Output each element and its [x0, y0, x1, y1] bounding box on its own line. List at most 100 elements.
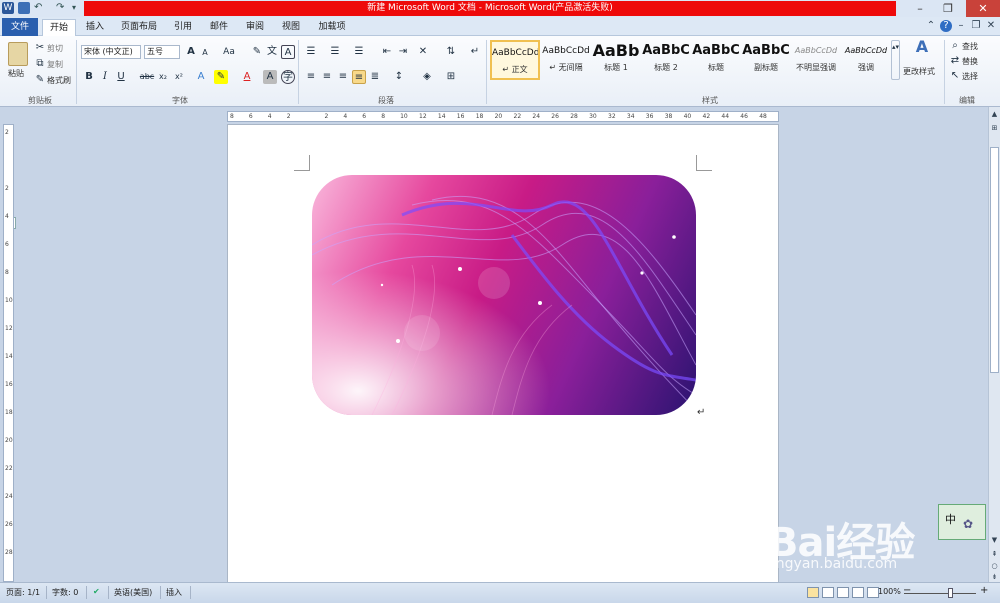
font-size-combo[interactable]: 五号: [144, 45, 180, 59]
inserted-picture[interactable]: [312, 175, 696, 415]
style-heading-1[interactable]: AaBb 标题 1: [591, 40, 641, 80]
replace-button[interactable]: 替换: [962, 56, 978, 67]
format-painter-button[interactable]: 格式刷: [47, 75, 71, 86]
find-button[interactable]: 查找: [962, 41, 978, 52]
change-styles-button[interactable]: 更改样式: [903, 66, 935, 77]
vertical-ruler[interactable]: 2 2 4 6 8 10 12 14 16 18 20 22 24 26 28: [3, 124, 14, 582]
format-painter-icon[interactable]: ✎: [33, 73, 47, 87]
shrink-font-icon[interactable]: A: [198, 46, 212, 60]
select-button[interactable]: 选择: [962, 71, 978, 82]
language-indicator[interactable]: 英语(美国): [114, 587, 152, 598]
zoom-level[interactable]: 100%: [878, 587, 901, 596]
redo-icon[interactable]: ↷: [56, 2, 68, 14]
underline-button[interactable]: U: [114, 70, 128, 84]
style-heading-2[interactable]: AaBbC 标题 2: [641, 40, 691, 80]
change-case-button[interactable]: Aa: [220, 45, 238, 59]
style-subtle-emphasis[interactable]: AaBbCcDd 不明显强调: [791, 40, 841, 80]
restore-button[interactable]: ❐: [934, 0, 962, 17]
subscript-button[interactable]: x₂: [156, 70, 170, 84]
zoom-slider-thumb[interactable]: [948, 588, 953, 598]
doc-close-icon[interactable]: ✕: [985, 20, 997, 32]
close-button[interactable]: ✕: [966, 0, 1000, 17]
word-logo-icon[interactable]: W: [2, 2, 14, 14]
zoom-in-icon[interactable]: +: [980, 585, 988, 596]
font-name-combo[interactable]: 宋体 (中文正): [81, 45, 141, 59]
page-count[interactable]: 页面: 1/1: [6, 587, 40, 598]
cut-button[interactable]: 剪切: [47, 43, 63, 54]
undo-icon[interactable]: ↶: [34, 2, 46, 14]
align-right-icon[interactable]: ≡: [336, 70, 350, 84]
outline-icon[interactable]: [852, 587, 864, 598]
replace-icon[interactable]: ⇄: [948, 54, 962, 68]
enclose-char-icon[interactable]: 字: [281, 70, 295, 84]
tab-mailings[interactable]: 邮件: [204, 19, 234, 36]
find-icon[interactable]: ⌕: [948, 39, 962, 53]
font-color-icon[interactable]: A: [240, 70, 254, 84]
zoom-out-icon[interactable]: −: [903, 585, 911, 596]
bold-button[interactable]: B: [82, 70, 96, 84]
shading-icon[interactable]: ◈: [420, 70, 434, 84]
copy-button[interactable]: 复制: [47, 59, 63, 70]
select-icon[interactable]: ↖: [948, 69, 962, 83]
justify-icon[interactable]: ≡: [352, 70, 366, 84]
copy-icon[interactable]: ⧉: [33, 57, 47, 71]
phonetic-guide-icon[interactable]: 文: [265, 45, 279, 59]
style-emphasis[interactable]: AaBbCcDd 强调: [841, 40, 891, 80]
tab-page-layout[interactable]: 页面布局: [116, 19, 162, 36]
align-left-icon[interactable]: ≡: [304, 70, 318, 84]
grow-font-icon[interactable]: A: [184, 45, 198, 59]
show-marks-icon[interactable]: ↵: [468, 45, 482, 59]
save-icon[interactable]: [18, 2, 30, 14]
doc-minimize-icon[interactable]: –: [955, 20, 967, 32]
distributed-icon[interactable]: ≣: [368, 70, 382, 84]
align-center-icon[interactable]: ≡: [320, 70, 334, 84]
insert-mode[interactable]: 插入: [166, 587, 182, 598]
increase-indent-icon[interactable]: ⇥: [396, 45, 410, 59]
ruler-view-icon[interactable]: ⊞: [989, 123, 1000, 134]
tab-addins[interactable]: 加载项: [312, 19, 352, 36]
style-no-spacing[interactable]: AaBbCcDd ↵ 无间隔: [541, 40, 591, 80]
multilevel-list-icon[interactable]: ☰: [352, 45, 366, 59]
strikethrough-button[interactable]: abc: [138, 70, 156, 84]
borders-icon[interactable]: ⊞: [444, 70, 458, 84]
char-shading-button[interactable]: A: [263, 70, 277, 84]
style-normal[interactable]: AaBbCcDd ↵ 正文: [490, 40, 540, 80]
word-count[interactable]: 字数: 0: [52, 587, 78, 598]
paste-icon[interactable]: [8, 42, 28, 66]
page[interactable]: ↵: [227, 124, 779, 582]
tab-view[interactable]: 视图: [276, 19, 306, 36]
char-border-icon[interactable]: A: [281, 45, 295, 59]
full-screen-reading-icon[interactable]: [822, 587, 834, 598]
paste-button-label[interactable]: 粘贴: [8, 68, 24, 79]
zoom-slider-track[interactable]: [904, 593, 976, 594]
vertical-scroll-thumb[interactable]: [990, 147, 999, 373]
proofing-icon[interactable]: ✔: [93, 587, 100, 596]
styles-gallery-scroll[interactable]: ▴▾: [891, 40, 900, 80]
tab-insert[interactable]: 插入: [80, 19, 110, 36]
italic-button[interactable]: I: [98, 70, 112, 84]
horizontal-ruler[interactable]: 8 6 4 2 2 4 6 8 10 12 14 16 18 20 22 24 26 28 30 32 34 36 38 40…: [227, 111, 779, 122]
bullets-icon[interactable]: ☰: [304, 45, 318, 59]
chinese-layout-icon[interactable]: ✕: [416, 45, 430, 59]
tab-home[interactable]: 开始: [42, 19, 76, 37]
cut-icon[interactable]: ✂: [33, 41, 47, 55]
web-layout-icon[interactable]: [837, 587, 849, 598]
decrease-indent-icon[interactable]: ⇤: [380, 45, 394, 59]
scroll-up-icon[interactable]: ▲: [989, 109, 1000, 120]
highlight-icon[interactable]: ✎: [214, 70, 228, 84]
text-effects-icon[interactable]: A: [194, 70, 208, 84]
ribbon-collapse-icon[interactable]: ⌃: [925, 20, 937, 32]
help-icon[interactable]: ?: [940, 20, 952, 32]
quick-access-dropdown-icon[interactable]: ▾: [72, 2, 84, 14]
style-title[interactable]: AaBbC 标题: [691, 40, 741, 80]
sort-icon[interactable]: ⇅: [444, 45, 458, 59]
style-subtitle[interactable]: AaBbC 副标题: [741, 40, 791, 80]
tab-references[interactable]: 引用: [168, 19, 198, 36]
minimize-button[interactable]: –: [906, 0, 934, 17]
doc-restore-icon[interactable]: ❐: [970, 20, 982, 32]
print-layout-icon[interactable]: [807, 587, 819, 598]
clear-format-icon[interactable]: ✎: [250, 45, 264, 59]
tab-review[interactable]: 审阅: [240, 19, 270, 36]
line-spacing-icon[interactable]: ↕: [392, 70, 406, 84]
tab-file[interactable]: 文件: [2, 18, 38, 36]
